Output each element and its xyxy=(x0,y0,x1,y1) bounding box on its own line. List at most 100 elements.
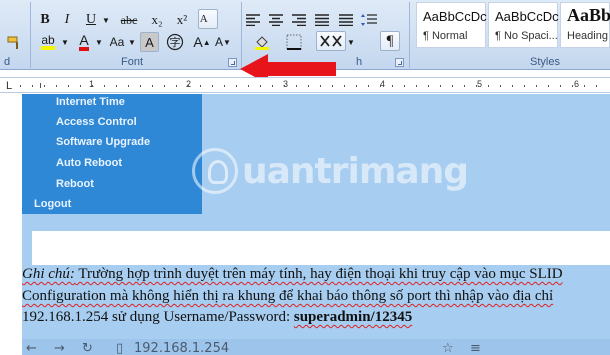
underline-button[interactable]: U xyxy=(82,10,100,30)
browser-url: 192.168.1.254 xyxy=(134,341,230,355)
font-color-button[interactable]: A xyxy=(74,32,94,52)
align-left-icon[interactable] xyxy=(245,10,261,30)
menu-icon: ≡ xyxy=(470,341,481,355)
font-color-dropdown-icon[interactable]: ▼ xyxy=(94,32,104,52)
style-sample: AaBbCcDc xyxy=(423,9,487,24)
character-shading-button[interactable]: A xyxy=(140,32,159,52)
grow-font-button[interactable]: A ▲ xyxy=(192,32,212,52)
ruler-number: 1 xyxy=(89,79,95,89)
highlight-button[interactable]: ab xyxy=(36,32,60,52)
clear-formatting-button[interactable]: A⃠ xyxy=(198,9,218,29)
ruler-dot xyxy=(512,85,513,87)
shrink-font-label: A xyxy=(215,35,224,49)
ruler-dot xyxy=(296,85,297,87)
strikethrough-button[interactable]: abc xyxy=(117,10,141,30)
justify-icon[interactable] xyxy=(314,10,330,30)
ruler-dot xyxy=(332,85,333,87)
tab-stop-icon[interactable]: L xyxy=(6,80,12,92)
style-no-spacing[interactable]: AaBbCcDc ¶ No Spaci... xyxy=(488,2,559,48)
group-separator xyxy=(409,2,410,68)
ruler-dot xyxy=(308,85,309,87)
format-painter-icon[interactable] xyxy=(7,36,23,50)
ruler-dot xyxy=(212,85,213,87)
reload-icon: ↻ xyxy=(82,341,93,355)
ruler-dot xyxy=(260,85,261,87)
clipboard-group-label: d xyxy=(3,56,11,68)
ruler-dot xyxy=(68,85,69,87)
shading-icon[interactable] xyxy=(252,32,272,52)
ruler-dot xyxy=(524,85,525,87)
ruler-dot xyxy=(80,85,81,87)
clipboard-group: d xyxy=(0,0,30,70)
italic-button[interactable]: I xyxy=(58,10,76,30)
bold-button[interactable]: B xyxy=(36,10,54,30)
ruler-dot xyxy=(116,85,117,87)
paragraph-mark-button[interactable]: ¶ xyxy=(380,31,400,51)
menu-item: Internet Time xyxy=(56,96,125,108)
forward-arrow-icon: → xyxy=(54,341,65,355)
router-menu-screenshot: Internet Time Access Control Software Up… xyxy=(22,94,202,214)
borders-icon[interactable] xyxy=(284,32,304,52)
horizontal-ruler[interactable]: L 1 2 3 4 5 6 xyxy=(0,77,610,93)
distributed-icon[interactable] xyxy=(338,10,354,30)
font-dialog-launcher-icon[interactable] xyxy=(228,58,237,67)
ruler-dot xyxy=(164,85,165,87)
credentials-text: superadmin/12345 xyxy=(293,309,413,325)
enclose-characters-icon: 字 xyxy=(166,33,184,51)
enclose-characters-button[interactable]: 字 xyxy=(164,32,186,52)
menu-item: Auto Reboot xyxy=(56,157,122,169)
ruler-dot xyxy=(380,85,381,87)
style-name: ¶ Normal xyxy=(423,30,468,42)
align-center-icon[interactable] xyxy=(268,10,284,30)
ruler-dot xyxy=(272,85,273,87)
ruler-dot xyxy=(20,85,21,87)
ruler-number: 5 xyxy=(477,79,483,89)
font-group-label: Font xyxy=(120,56,143,68)
ruler-dot xyxy=(356,85,357,87)
note-label: Ghi chú: xyxy=(22,266,75,282)
change-case-dropdown-icon[interactable]: ▼ xyxy=(127,32,137,52)
ruler-dot xyxy=(596,85,597,87)
ruler-dot xyxy=(344,85,345,87)
font-color-label: A xyxy=(79,33,89,51)
ruler-dot xyxy=(428,85,429,87)
menu-item: Software Upgrade xyxy=(56,136,151,148)
change-case-button[interactable]: Aa xyxy=(106,32,128,52)
subscript-button[interactable]: x₂ xyxy=(147,10,167,30)
style-sample: AaBbCcDc xyxy=(495,9,559,24)
back-arrow-icon: ← xyxy=(26,341,37,355)
ruler-dot xyxy=(176,85,177,87)
highlight-dropdown-icon[interactable]: ▼ xyxy=(60,32,70,52)
align-right-icon[interactable] xyxy=(291,10,307,30)
ruler-dot xyxy=(584,85,585,87)
paragraph-dialog-launcher-icon[interactable] xyxy=(395,58,404,67)
superscript-button[interactable]: x² xyxy=(172,10,192,30)
shrink-font-button[interactable]: A ▼ xyxy=(214,32,232,52)
ruler-dot xyxy=(224,85,225,87)
clear-formatting-icon: A⃠ xyxy=(199,13,217,25)
ruler-dot xyxy=(44,85,45,87)
menu-item: Access Control xyxy=(56,116,137,128)
svg-text:字: 字 xyxy=(170,35,181,49)
ruler-dot xyxy=(392,85,393,87)
style-sample: AaBb xyxy=(567,5,610,25)
ruler-dot xyxy=(320,85,321,87)
ruler-dot xyxy=(140,85,141,87)
line-text: Configuration mà không hiển thị ra khung… xyxy=(22,288,554,304)
line-text: 192.168.1.254 sử dụng Username/Password: xyxy=(22,309,294,325)
ruler-number: 6 xyxy=(574,79,580,89)
ruler-dot xyxy=(548,85,549,87)
style-name: Heading xyxy=(567,30,608,42)
style-heading[interactable]: AaBb Heading xyxy=(560,2,610,48)
text-direction-dropdown-icon[interactable]: ▼ xyxy=(346,32,356,52)
ruler-dot xyxy=(560,85,561,87)
ruler-number: 3 xyxy=(283,79,289,89)
document-page[interactable]: Internet Time Access Control Software Up… xyxy=(0,94,610,355)
underline-dropdown-icon[interactable]: ▼ xyxy=(100,10,112,30)
text-direction-icon[interactable] xyxy=(316,31,346,51)
ruler-dot xyxy=(476,85,477,87)
style-normal[interactable]: AaBbCcDc ¶ Normal xyxy=(416,2,487,48)
line-spacing-icon[interactable] xyxy=(360,10,378,30)
ruler-number: 4 xyxy=(380,79,386,89)
group-separator xyxy=(30,2,31,68)
